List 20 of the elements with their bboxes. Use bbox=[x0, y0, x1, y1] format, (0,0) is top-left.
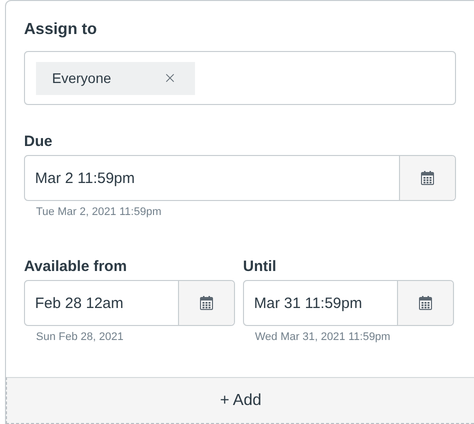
field-label: Until bbox=[243, 258, 278, 275]
close-icon[interactable] bbox=[163, 71, 177, 85]
calendar-button[interactable] bbox=[399, 156, 455, 200]
date-input-field[interactable]: Feb 28 12am bbox=[24, 280, 235, 326]
date-hint: Sun Feb 28, 2021 bbox=[36, 331, 124, 343]
field-label: Available from bbox=[24, 258, 128, 275]
assignee-field[interactable]: Everyone bbox=[24, 51, 456, 105]
add-button[interactable]: + Add bbox=[6, 377, 474, 424]
date-hint: Tue Mar 2, 2021 11:59pm bbox=[36, 206, 162, 218]
calendar-button[interactable] bbox=[397, 281, 453, 325]
date-hint: Wed Mar 31, 2021 11:59pm bbox=[255, 331, 392, 343]
calendar-icon bbox=[419, 296, 432, 310]
calendar-icon bbox=[200, 296, 213, 310]
calendar-icon bbox=[421, 171, 434, 185]
assign-heading: Assign to bbox=[24, 21, 98, 39]
calendar-button[interactable] bbox=[178, 281, 234, 325]
tag-label: Everyone bbox=[52, 70, 112, 86]
date-input-field[interactable]: Mar 2 11:59pm bbox=[24, 155, 456, 201]
date-input-field[interactable]: Mar 31 11:59pm bbox=[243, 280, 454, 326]
field-label: Due bbox=[24, 133, 54, 150]
